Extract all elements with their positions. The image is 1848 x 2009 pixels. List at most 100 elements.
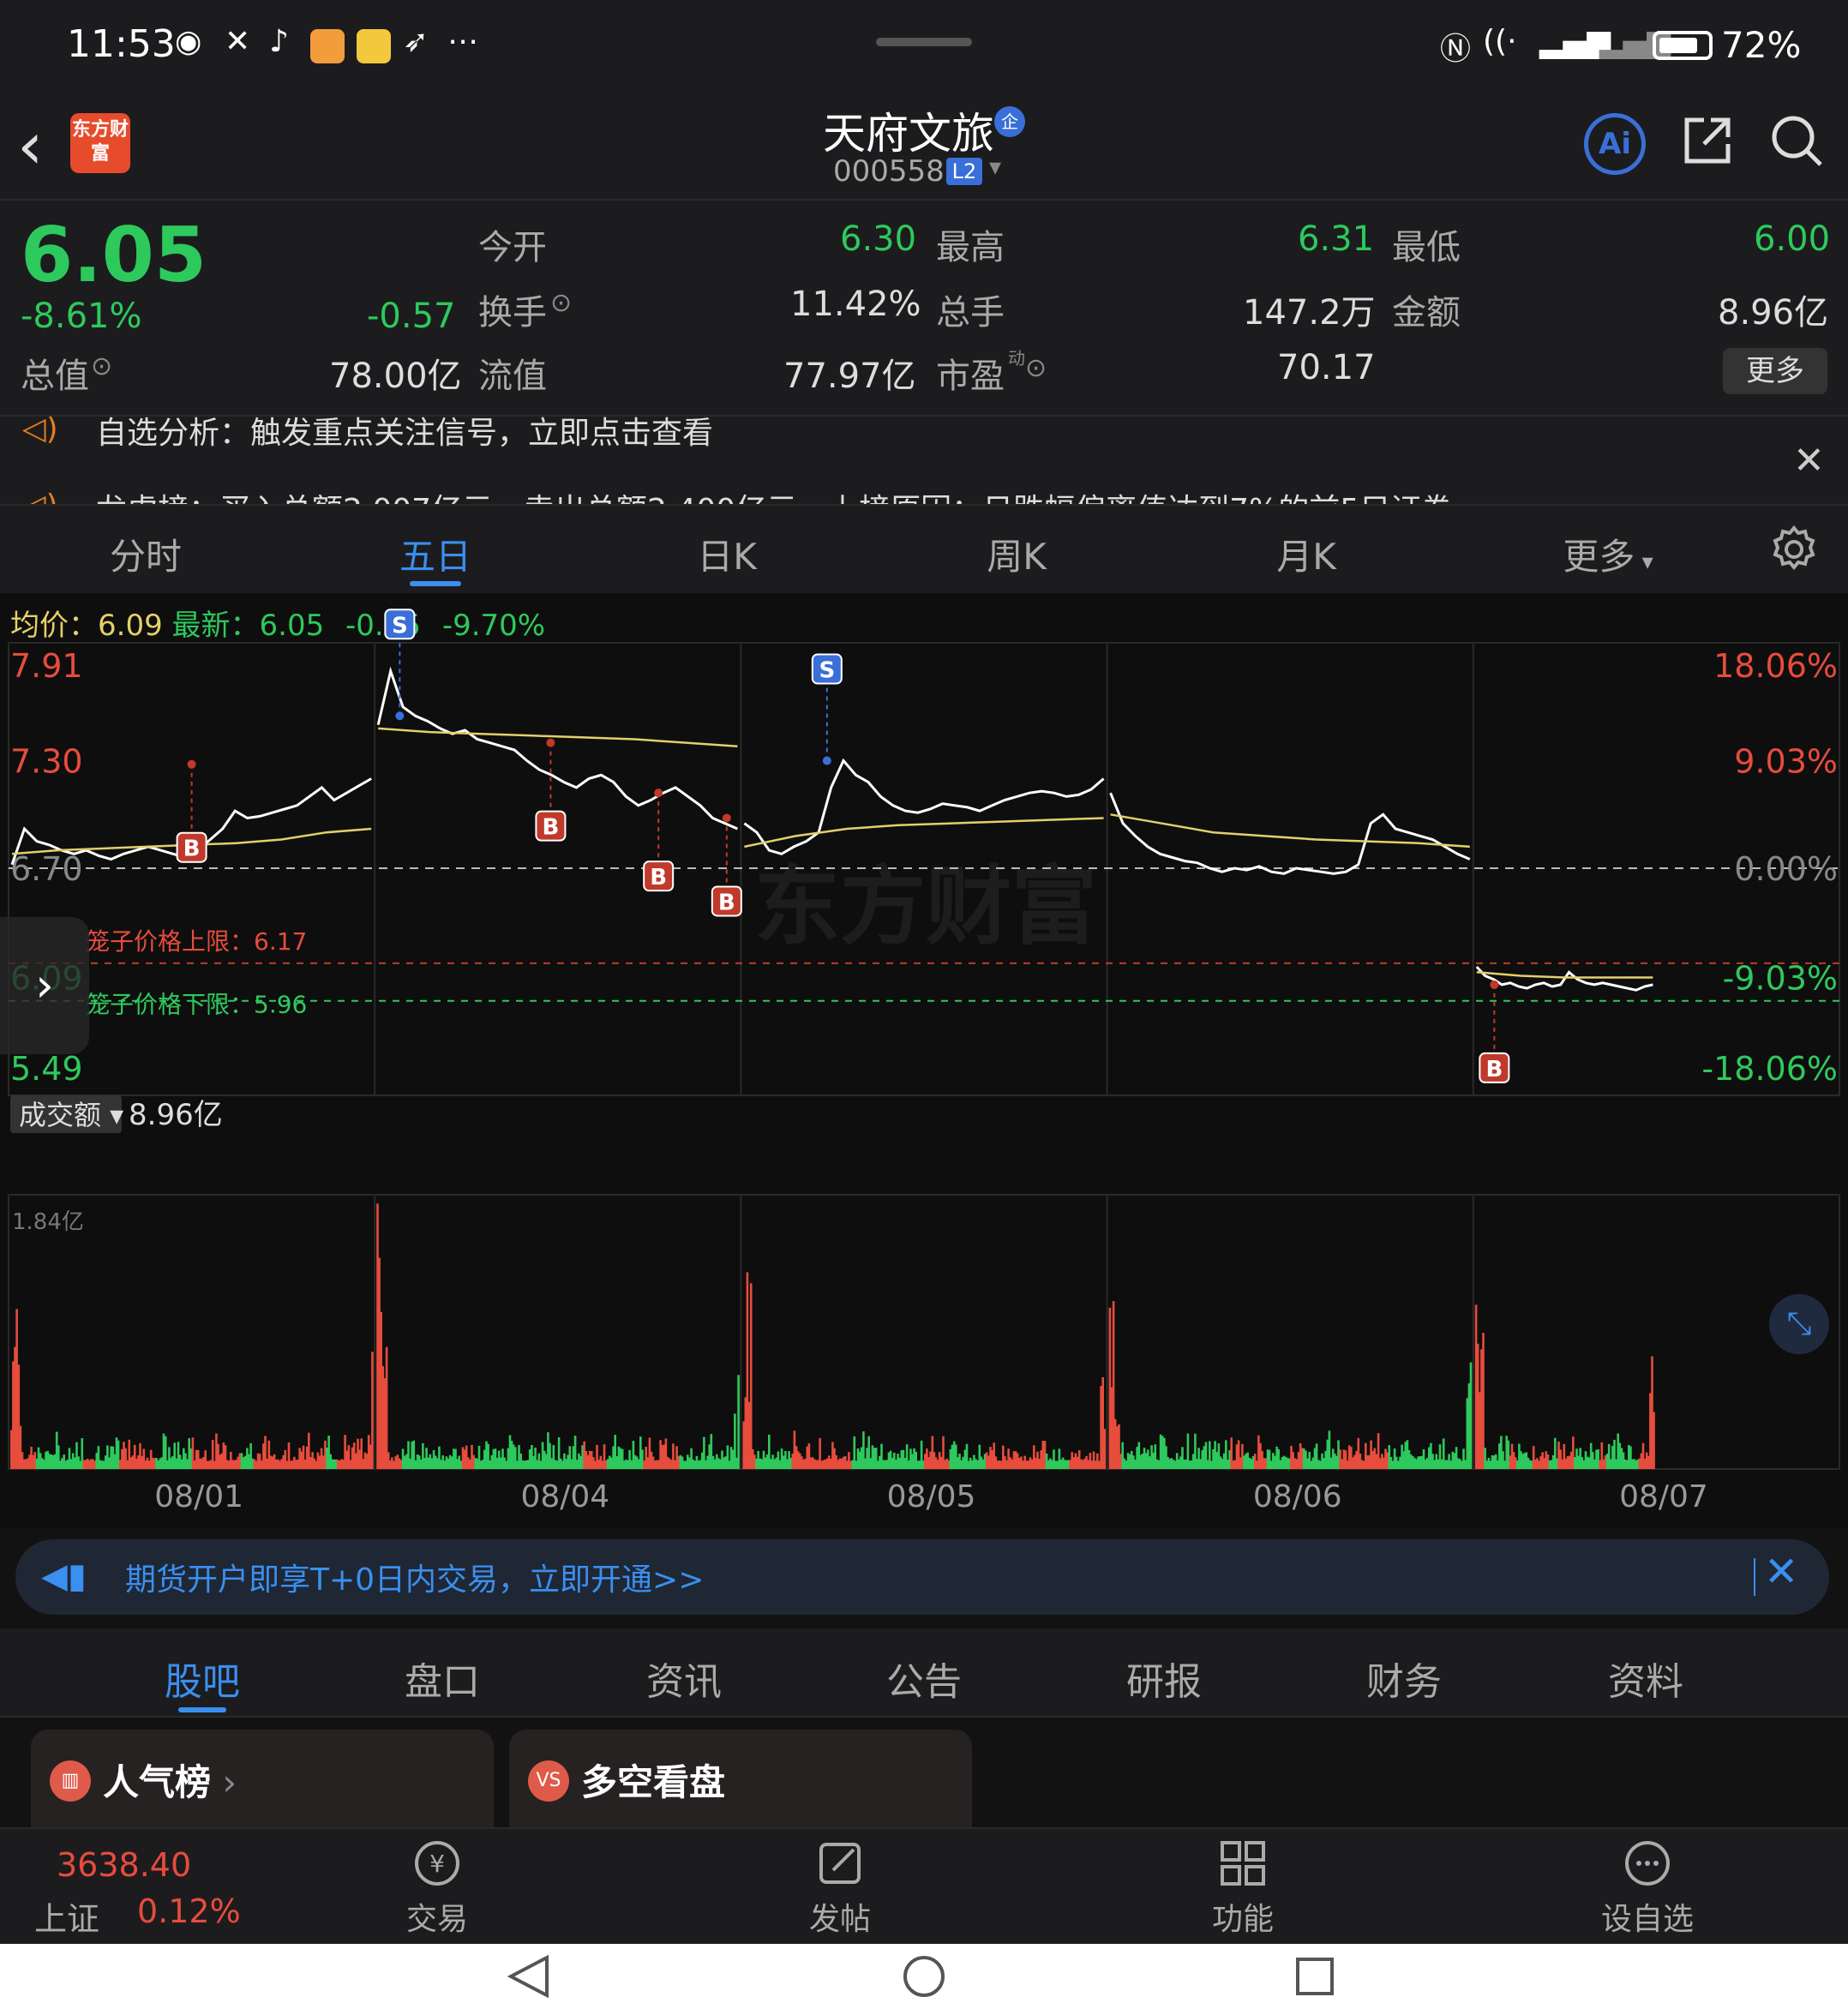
total-value: 78.00亿 — [329, 357, 462, 396]
fullscreen-icon[interactable]: ⤡ — [1769, 1294, 1829, 1354]
close-icon[interactable]: ✕ — [1764, 1548, 1798, 1596]
eye-icon: ◉ — [175, 24, 202, 59]
tab-five-day[interactable]: 五日 — [350, 528, 521, 580]
open-label: 今开 — [478, 228, 547, 267]
avg-price-line — [378, 727, 738, 748]
volume-total: 8.96亿 — [129, 1098, 223, 1132]
tab-monthly-k[interactable]: 月K — [1221, 528, 1392, 580]
nav-label: 交易 — [405, 1902, 468, 1937]
close-icon[interactable]: ✕ — [1793, 439, 1825, 483]
volume-bar — [749, 1283, 753, 1469]
back-icon[interactable]: ‹ — [17, 113, 43, 178]
tab-daily-k[interactable]: 日K — [641, 528, 813, 580]
tab-news[interactable]: 资讯 — [607, 1651, 761, 1706]
total-value-label: 总值 — [21, 357, 89, 396]
home-icon[interactable] — [903, 1956, 945, 1997]
y-tick-left: 6.70 — [10, 850, 83, 888]
pull-handle — [876, 38, 972, 46]
x-tick-label: 08/07 — [1619, 1479, 1708, 1514]
tab-research[interactable]: 研报 — [1087, 1651, 1241, 1706]
speaker-icon: ◁) — [22, 489, 58, 504]
chart-icon: ▥ — [50, 1760, 91, 1802]
tab-intraday[interactable]: 分时 — [60, 528, 231, 580]
tab-finance[interactable]: 财务 — [1327, 1651, 1481, 1706]
volume-bar — [1653, 1412, 1655, 1469]
info-icon[interactable]: ⊙ — [91, 351, 112, 381]
expand-panel-icon[interactable]: › — [0, 917, 89, 1054]
share-icon[interactable] — [1680, 113, 1735, 168]
promo-banner[interactable]: ◀▮ 期货开户即享T+0日内交易，立即开通>> ✕ — [15, 1539, 1829, 1615]
notice-item[interactable]: 龙虎榜：买入总额2.007亿元，卖出总额2.400亿元，上榜原因：日跌幅偏离值达… — [96, 485, 1452, 504]
speaker-icon: ◁) — [22, 415, 58, 447]
y-tick-right: 18.06% — [1713, 647, 1838, 685]
search-icon[interactable] — [1769, 113, 1824, 168]
battery-icon — [1653, 31, 1713, 60]
ai-button[interactable]: Ai — [1584, 113, 1646, 175]
bull-bear-card[interactable]: VS 多空看盘 — [509, 1730, 972, 1827]
card-title: 人气榜 › — [103, 1761, 237, 1803]
info-icon[interactable]: ⊙ — [550, 288, 572, 318]
cage-upper-label: 笼子价格上限：6.17 — [86, 927, 307, 956]
nfc-icon: Ⓝ — [1440, 32, 1472, 67]
low-label: 最低 — [1392, 228, 1461, 267]
x-tick-label: 08/05 — [887, 1479, 976, 1514]
status-time: 11:53 — [67, 22, 176, 66]
tab-orderbook[interactable]: 盘口 — [365, 1651, 519, 1706]
tab-forum[interactable]: 股吧 — [125, 1651, 279, 1706]
tiktok-icon: ♪ — [269, 24, 289, 59]
nav-trade[interactable]: ¥ 交易 — [377, 1836, 497, 1939]
tab-announcements[interactable]: 公告 — [847, 1651, 1001, 1706]
app-header: ‹ 东方财富 天府文旅 企 000558 L2 ▾ Ai — [0, 94, 1848, 201]
info-tabs: 股吧 盘口 资讯 公告 研报 财务 资料 — [0, 1628, 1848, 1718]
marker-dot — [546, 738, 555, 747]
cage-lower-label: 笼子价格下限：5.96 — [86, 991, 307, 1019]
level2-badge[interactable]: L2 — [946, 158, 982, 185]
nav-label: 功能 — [1211, 1902, 1274, 1937]
notice-item[interactable]: 自选分析：触发重点关注信号，立即点击查看 — [96, 417, 713, 453]
tab-profile[interactable]: 资料 — [1569, 1651, 1723, 1706]
tab-weekly-k[interactable]: 周K — [931, 528, 1102, 580]
volume-bar — [1103, 1429, 1107, 1469]
five-day-chart[interactable]: 均价：6.09 最新：6.05 -0.65 -9.70% 东方财富 笼子价格上限：… — [0, 593, 1848, 1527]
promo-text[interactable]: 期货开户即享T+0日内交易，立即开通>> — [125, 1555, 704, 1599]
marker-label: B — [718, 890, 735, 915]
notice-bar[interactable]: ◁) 自选分析：触发重点关注信号，立即点击查看 ◁) 龙虎榜：买入总额2.007… — [0, 415, 1848, 504]
chevron-down-icon[interactable]: ▾ — [989, 153, 1001, 181]
low-value: 6.00 — [1754, 219, 1831, 259]
volume-bar — [737, 1375, 740, 1469]
tab-more[interactable]: 更多 ▾ — [1522, 528, 1694, 580]
pe-superscript: 动 — [1008, 348, 1025, 369]
y-tick-left: 5.49 — [10, 1050, 83, 1088]
tab-more-label: 更多 — [1563, 536, 1635, 578]
app-icon: ➶ — [403, 24, 429, 59]
x-tick-label: 08/04 — [520, 1479, 609, 1514]
amount-label: 金额 — [1392, 293, 1461, 333]
info-icon[interactable]: ⊙ — [1025, 353, 1047, 383]
megaphone-icon: ◀▮ — [41, 1556, 87, 1596]
chart-tabs: 分时 五日 日K 周K 月K 更多 ▾ — [0, 504, 1848, 593]
index-change[interactable]: 0.12% — [137, 1892, 241, 1930]
x-tick-label: 08/01 — [154, 1479, 243, 1514]
nav-functions[interactable]: 功能 — [1183, 1836, 1303, 1939]
pe-value: 70.17 — [1277, 348, 1376, 387]
chevron-down-icon: ▾ — [1635, 549, 1653, 575]
back-icon[interactable] — [507, 1954, 549, 1999]
nav-add-watchlist[interactable]: 设自选 — [1587, 1836, 1707, 1939]
volume-max-tick: 1.84亿 — [12, 1209, 84, 1235]
popularity-card[interactable]: ▥ 人气榜 › — [31, 1730, 494, 1827]
recents-icon[interactable] — [1296, 1958, 1334, 1995]
index-name[interactable]: 上证 — [34, 1892, 99, 1940]
marker-label: B — [1485, 1057, 1503, 1082]
volume-bar — [371, 1352, 374, 1469]
more-icon — [1625, 1841, 1670, 1886]
nav-post[interactable]: 发帖 — [780, 1836, 900, 1939]
gear-icon[interactable] — [1769, 525, 1819, 574]
high-label: 最高 — [936, 228, 1005, 267]
marker-dot — [722, 813, 731, 823]
grid-icon — [1221, 1841, 1265, 1886]
index-value[interactable]: 3638.40 — [57, 1846, 191, 1884]
more-button[interactable]: 更多 — [1723, 348, 1827, 394]
marker-dot — [395, 711, 405, 721]
volume-frame — [8, 1194, 1840, 1470]
avg-price-line — [1476, 971, 1653, 979]
